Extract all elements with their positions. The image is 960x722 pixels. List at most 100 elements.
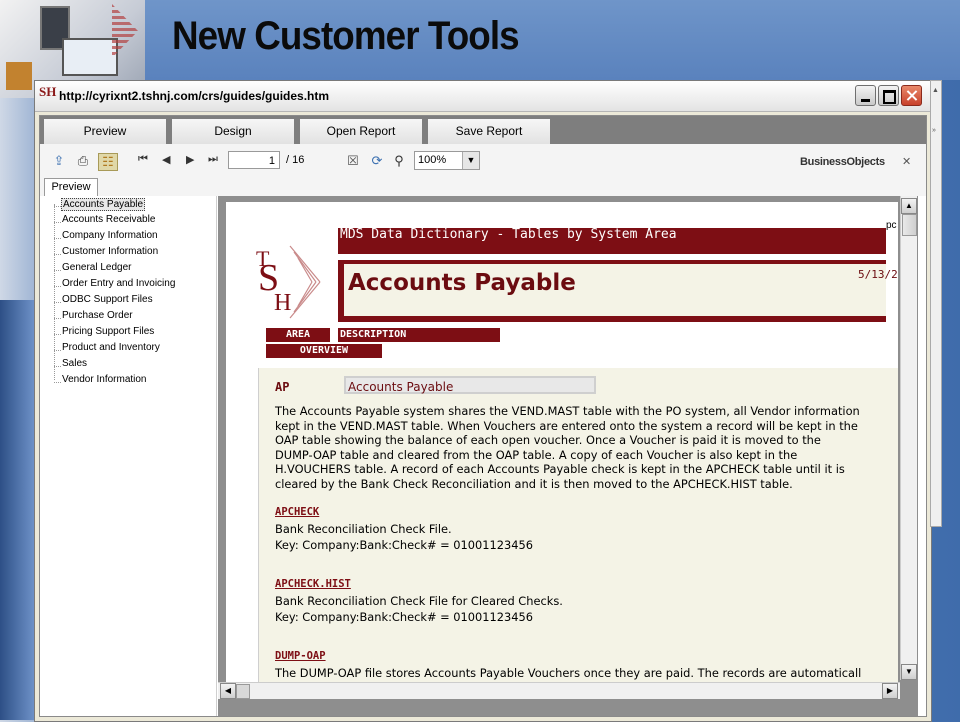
stop-icon[interactable]: ☒ <box>344 153 362 169</box>
tree-connector <box>54 366 61 367</box>
tree-connector <box>54 204 55 380</box>
tree-item[interactable]: Company Information <box>62 230 158 241</box>
close-button[interactable] <box>901 85 922 106</box>
overview-line: DUMP-OAP table and cleared from the OAP … <box>275 448 798 462</box>
tree-connector <box>54 270 61 271</box>
table-link-apcheck-hist[interactable]: APCHECK.HIST <box>275 578 351 590</box>
tab-bar: Preview Design Open Report Save Report <box>40 116 926 144</box>
print-icon[interactable]: ⎙ <box>74 153 92 169</box>
table-description: Bank Reconciliation Check File. <box>275 522 452 536</box>
tab-open-report[interactable]: Open Report <box>300 119 422 144</box>
page-total: / 16 <box>286 154 305 166</box>
zoom-select[interactable]: 100% ▼ <box>414 151 480 170</box>
group-tree-icon[interactable]: ☷ <box>98 153 118 171</box>
toolbar: ⇪ ⎙ ☷ ⏮ ◀ ▶ ⏭ 1 / 16 ☒ ⟳ ⚲ 100% ▼ Busine… <box>40 144 926 179</box>
tree-item[interactable]: Customer Information <box>62 246 158 257</box>
preview-view-tab[interactable]: Preview <box>44 178 98 197</box>
area-code: AP <box>275 380 290 394</box>
overview-line: OAP table showing the balance of each op… <box>275 433 821 447</box>
report-viewer-app: Preview Design Open Report Save Report ⇪… <box>39 115 927 717</box>
tree-item[interactable]: Purchase Order <box>62 310 133 321</box>
svg-text:T: T <box>256 246 270 271</box>
report-title: Accounts Payable <box>348 270 576 296</box>
scroll-up-icon: ▲ <box>932 87 939 94</box>
maximize-button[interactable] <box>878 85 899 106</box>
tree-item[interactable]: General Ledger <box>62 262 132 273</box>
overview-line: The Accounts Payable system shares the V… <box>275 404 860 418</box>
minimize-button[interactable] <box>855 85 876 106</box>
report-header: MDS Data Dictionary - Tables by System A… <box>338 228 886 254</box>
scroll-thumb[interactable] <box>236 684 250 699</box>
tree-connector <box>54 382 61 383</box>
tree-item[interactable]: Order Entry and Invoicing <box>62 278 175 289</box>
tree-item[interactable]: Pricing Support Files <box>62 326 154 337</box>
page-number-input[interactable]: 1 <box>228 151 280 169</box>
tab-design[interactable]: Design <box>172 119 294 144</box>
group-tree: Accounts Payable Accounts Receivable Compa… <box>40 196 217 716</box>
title-bar[interactable]: SH http://cyrixnt2.tshnj.com/crs/guides/… <box>35 81 931 112</box>
table-link-dump-oap[interactable]: DUMP-OAP <box>275 650 326 662</box>
slide-side-decoration <box>0 300 35 720</box>
zoom-value: 100% <box>418 154 447 166</box>
tree-item[interactable]: ODBC Support Files <box>62 294 153 305</box>
refresh-icon[interactable]: ⟳ <box>368 153 386 169</box>
report-page: pc MDS Data Dictionary - Tables by Syste… <box>226 202 898 686</box>
column-description: DESCRIPTION <box>338 328 500 342</box>
horizontal-scrollbar[interactable]: ◀ ▶ <box>218 682 900 699</box>
background-window-scrollbar: ▲ » <box>930 80 942 527</box>
arrow-graphic <box>112 4 138 58</box>
export-icon[interactable]: ⇪ <box>50 153 68 169</box>
first-page-icon[interactable]: ⏮ <box>138 153 148 166</box>
table-description: Bank Reconciliation Check File for Clear… <box>275 594 563 608</box>
tree-item[interactable]: Accounts Payable <box>61 198 146 211</box>
table-key: Key: Company:Bank:Check# = 01001123456 <box>275 538 534 552</box>
overview-line: H.VOUCHERS table. A record of each Accou… <box>275 462 845 476</box>
table-link-apcheck[interactable]: APCHECK <box>275 506 319 518</box>
tree-connector <box>54 254 61 255</box>
report-date: 5/13/2( <box>858 268 898 281</box>
tree-item[interactable]: Vendor Information <box>62 374 147 385</box>
business-objects-logo: BusinessObjects <box>800 156 885 168</box>
tree-connector <box>54 318 61 319</box>
table-description: The DUMP-OAP file stores Accounts Payabl… <box>275 666 862 680</box>
previous-page-icon[interactable]: ◀ <box>162 153 170 166</box>
next-page-icon[interactable]: ▶ <box>186 153 194 166</box>
overview-line: kept in the VEND.MAST table. When Vouche… <box>275 419 858 433</box>
area-name: Accounts Payable <box>344 376 596 394</box>
scroll-right-icon[interactable]: ▶ <box>882 683 898 699</box>
chevron-down-icon[interactable]: ▼ <box>462 152 479 169</box>
column-area: AREA <box>266 328 330 342</box>
search-icon[interactable]: ⚲ <box>390 153 408 169</box>
tree-item[interactable]: Product and Inventory <box>62 342 160 353</box>
slide-title: New Customer Tools <box>172 14 520 58</box>
window-url: http://cyrixnt2.tshnj.com/crs/guides/gui… <box>59 89 330 103</box>
tree-item[interactable]: Accounts Receivable <box>62 214 155 225</box>
tree-connector <box>54 350 61 351</box>
svg-text:H: H <box>274 290 291 316</box>
close-icon[interactable]: ✕ <box>902 155 911 168</box>
scroll-up-icon[interactable]: ▲ <box>901 198 917 214</box>
tree-connector <box>54 286 61 287</box>
app-icon: SH <box>39 84 57 99</box>
browser-window: SH http://cyrixnt2.tshnj.com/crs/guides/… <box>34 80 932 722</box>
tsh-logo: S T H <box>256 245 321 319</box>
last-page-icon[interactable]: ⏭ <box>208 153 218 166</box>
tree-connector <box>54 238 61 239</box>
vertical-scrollbar[interactable]: ▲ ▼ <box>900 196 917 680</box>
tree-item[interactable]: Sales <box>62 358 87 369</box>
scroll-thumb[interactable] <box>902 214 917 236</box>
box-graphic <box>6 62 32 90</box>
column-overview: OVERVIEW <box>266 344 382 358</box>
scroll-left-icon[interactable]: ◀ <box>220 683 236 699</box>
tree-connector <box>54 334 61 335</box>
preview-tab-row: Preview <box>40 178 926 197</box>
tab-save-report[interactable]: Save Report <box>428 119 550 144</box>
scroll-down-icon[interactable]: ▼ <box>901 664 917 680</box>
laptop-graphic <box>62 38 118 76</box>
tree-connector <box>54 302 61 303</box>
tab-preview[interactable]: Preview <box>44 119 166 144</box>
tree-connector <box>54 222 61 223</box>
chevron-right-icon: » <box>932 127 936 134</box>
tree-connector <box>54 206 61 207</box>
overview-line: cleared by the Bank Check Reconciliation… <box>275 477 793 491</box>
